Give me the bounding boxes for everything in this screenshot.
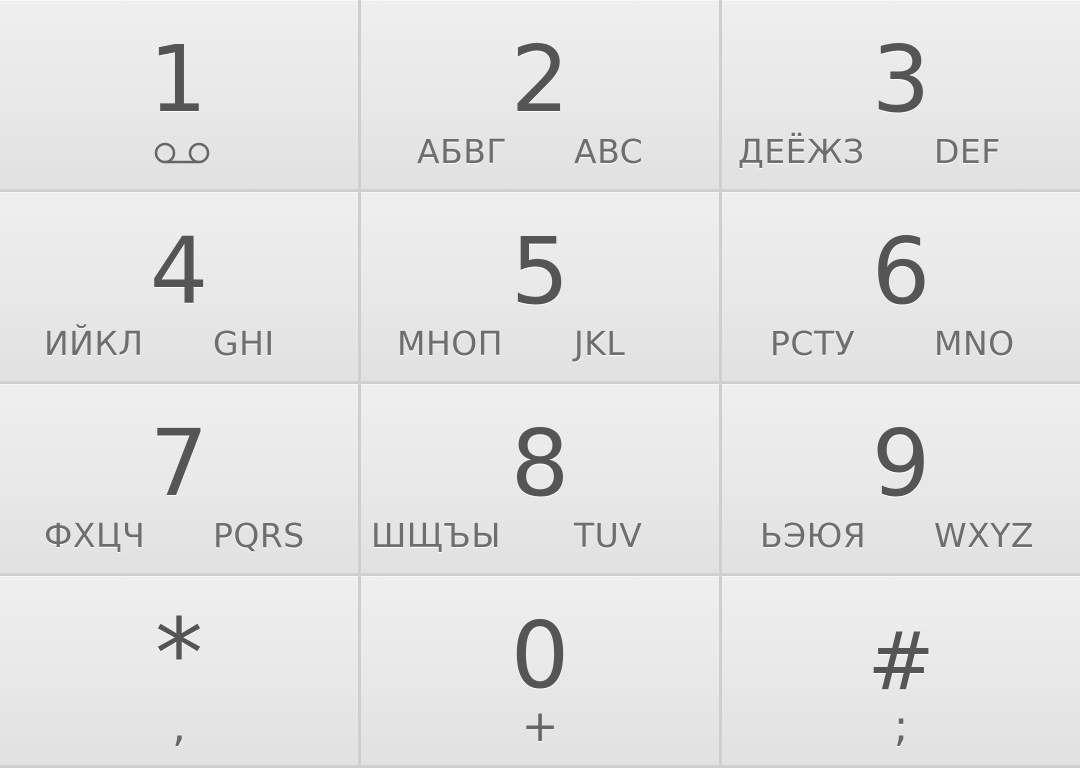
- dial-key-6[interactable]: 6 РСТУ MNO: [722, 192, 1080, 382]
- dial-key-star[interactable]: * ,: [0, 576, 358, 766]
- key-letters-latin: JKL: [574, 324, 626, 363]
- key-sub-label: ;: [893, 701, 909, 752]
- dial-key-5[interactable]: 5 МНОП JKL: [361, 192, 719, 382]
- key-digit: 4: [149, 218, 209, 325]
- key-letters-latin: PQRS: [213, 516, 305, 555]
- key-letters-cyrillic: ФХЦЧ: [44, 516, 146, 555]
- key-digit: 7: [149, 410, 209, 517]
- key-sub-label: ,: [172, 701, 186, 752]
- key-letters-cyrillic: ЬЭЮЯ: [760, 516, 867, 555]
- key-letters-latin: MNO: [934, 324, 1015, 363]
- key-digit: 1: [148, 26, 208, 133]
- dial-key-9[interactable]: 9 ЬЭЮЯ WXYZ: [722, 384, 1080, 574]
- key-letters-cyrillic: АБВГ: [417, 132, 507, 171]
- dial-key-1[interactable]: 1: [0, 0, 358, 190]
- key-digit: 0: [510, 602, 570, 709]
- dial-key-2[interactable]: 2 АБВГ ABC: [361, 0, 719, 190]
- dial-key-0[interactable]: 0 +: [361, 576, 719, 766]
- key-digit: #: [867, 615, 935, 708]
- voicemail-icon: [154, 142, 210, 164]
- key-letters-latin: GHI: [213, 324, 275, 363]
- key-letters-latin: TUV: [574, 516, 643, 555]
- key-letters-cyrillic: ШЩЪЫ: [371, 516, 501, 555]
- key-digit: 5: [510, 218, 570, 325]
- key-letters-cyrillic: РСТУ: [770, 324, 856, 363]
- dial-key-7[interactable]: 7 ФХЦЧ PQRS: [0, 384, 358, 574]
- dial-key-4[interactable]: 4 ИЙКЛ GHI: [0, 192, 358, 382]
- key-letters-cyrillic: ДЕЁЖЗ: [738, 132, 865, 171]
- key-letters-latin: ABC: [574, 132, 644, 171]
- key-digit: *: [155, 598, 203, 710]
- key-letters-cyrillic: МНОП: [397, 324, 504, 363]
- dial-key-hash[interactable]: # ;: [722, 576, 1080, 766]
- dial-key-3[interactable]: 3 ДЕЁЖЗ DEF: [722, 0, 1080, 190]
- key-digit: 3: [871, 26, 931, 133]
- key-letters-latin: DEF: [934, 132, 1001, 171]
- dialpad: 1 2 АБВГ ABC 3 ДЕЁЖЗ DEF 4 ИЙКЛ GHI 5 МН…: [0, 0, 1080, 768]
- key-letters-cyrillic: ИЙКЛ: [44, 324, 144, 363]
- key-digit: 9: [871, 410, 931, 517]
- key-sub-label: +: [521, 701, 559, 752]
- dial-key-8[interactable]: 8 ШЩЪЫ TUV: [361, 384, 719, 574]
- key-digit: 6: [871, 218, 931, 325]
- key-letters-latin: WXYZ: [934, 516, 1035, 555]
- key-digit: 2: [510, 26, 570, 133]
- key-digit: 8: [510, 410, 570, 517]
